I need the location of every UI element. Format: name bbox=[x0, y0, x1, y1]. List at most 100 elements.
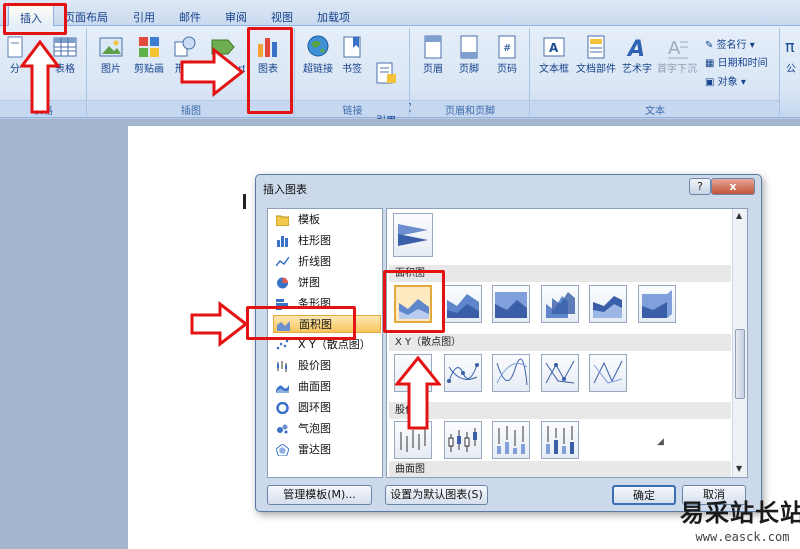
text-box-button[interactable]: A 文本框 bbox=[536, 34, 572, 76]
chart-thumb-scatter-smooth-markers[interactable] bbox=[444, 354, 482, 392]
page-number-button[interactable]: # 页码 bbox=[493, 34, 521, 76]
up-arrow-icon-2 bbox=[395, 356, 441, 430]
category-surface[interactable]: 曲面图 bbox=[273, 378, 381, 396]
tab-page-layout[interactable]: 页面布局 bbox=[64, 9, 108, 25]
chart-thumb-scatter-straight-markers[interactable] bbox=[541, 354, 579, 392]
stock-vohlc-icon bbox=[546, 426, 574, 454]
manage-templates-button[interactable]: 管理模板(M)... bbox=[267, 485, 372, 505]
template-chart-icon bbox=[398, 224, 428, 246]
page-number-icon: # bbox=[498, 35, 516, 59]
equation-button-label: 公 bbox=[786, 64, 796, 75]
quick-parts-icon bbox=[587, 35, 605, 59]
scroll-down-icon[interactable]: ▼ bbox=[736, 464, 742, 473]
scatter-straight-icon bbox=[593, 360, 623, 384]
clip-art-button[interactable]: 剪贴画 bbox=[129, 34, 169, 76]
cross-reference-icon bbox=[376, 62, 396, 84]
scroll-thumb[interactable] bbox=[735, 329, 745, 399]
tab-add-ins[interactable]: 加载项 bbox=[317, 9, 350, 25]
header-icon bbox=[424, 35, 442, 59]
category-doughnut[interactable]: 圆环图 bbox=[273, 399, 381, 417]
page-number-button-label: 页码 bbox=[497, 64, 517, 75]
wordart-icon: A bbox=[626, 37, 645, 60]
category-label: 气泡图 bbox=[298, 422, 331, 435]
folder-icon bbox=[276, 215, 289, 226]
tab-view[interactable]: 视图 bbox=[271, 9, 293, 25]
group-text-label: 文本 bbox=[531, 100, 779, 117]
stock-vhlc-icon bbox=[497, 426, 525, 454]
object-label: 对象 bbox=[717, 77, 738, 88]
group-links: 超链接 书签 交叉 引用 链接 bbox=[296, 28, 418, 127]
header-button[interactable]: 页眉 bbox=[419, 34, 447, 76]
tab-mailings[interactable]: 邮件 bbox=[179, 9, 201, 25]
gallery-scrollbar[interactable]: ▲ ▼ bbox=[732, 209, 747, 477]
hyperlink-button-label: 超链接 bbox=[303, 64, 333, 75]
category-radar[interactable]: 雷达图 bbox=[273, 441, 381, 459]
tab-review[interactable]: 审阅 bbox=[225, 9, 247, 25]
category-bubble[interactable]: 气泡图 bbox=[273, 420, 381, 438]
scatter-chart-icon bbox=[276, 339, 289, 350]
quick-parts-button[interactable]: 文档部件 bbox=[574, 34, 618, 76]
text-cursor bbox=[243, 194, 246, 209]
clip-art-button-label: 剪贴画 bbox=[134, 64, 164, 75]
chart-thumb-stock-vohlc[interactable] bbox=[541, 421, 579, 459]
drop-cap-button[interactable]: A 首字下沉 bbox=[655, 34, 699, 76]
chart-thumb-stock-ohlc[interactable] bbox=[444, 421, 482, 459]
tab-references[interactable]: 引用 bbox=[133, 9, 155, 25]
equation-icon: π bbox=[785, 37, 795, 56]
chart-category-list: 模板 柱形图 折线图 饼图 条形图 面积图 X Y（散点图） 股价图 曲面图 圆… bbox=[267, 208, 383, 478]
category-column[interactable]: 柱形图 bbox=[273, 232, 381, 250]
close-button[interactable]: x bbox=[711, 178, 755, 195]
chart-thumb-scatter-straight[interactable] bbox=[589, 354, 627, 392]
category-pie[interactable]: 饼图 bbox=[273, 274, 381, 292]
set-default-chart-button[interactable]: 设置为默认图表(S) bbox=[385, 485, 488, 505]
percent-area-chart-icon bbox=[495, 292, 527, 318]
bookmark-button[interactable]: 书签 bbox=[339, 34, 365, 76]
help-button[interactable]: ? bbox=[689, 178, 711, 195]
chart-thumb-stacked-area[interactable] bbox=[444, 285, 482, 323]
chart-thumb-stock-vhlc[interactable] bbox=[492, 421, 530, 459]
svg-text:#: # bbox=[503, 43, 511, 54]
wordart-button[interactable]: A 艺术字 bbox=[619, 34, 655, 76]
category-line[interactable]: 折线图 bbox=[273, 253, 381, 271]
footer-button[interactable]: 页脚 bbox=[455, 34, 483, 76]
footer-icon bbox=[460, 35, 478, 59]
picture-button[interactable]: 图片 bbox=[97, 34, 125, 76]
dialog-title: 插入图表 bbox=[263, 183, 307, 196]
svg-text:A: A bbox=[668, 38, 681, 59]
right-arrow-icon-2 bbox=[190, 301, 248, 347]
highlight-area-thumb bbox=[383, 270, 445, 333]
section-surface: 曲面图 bbox=[389, 461, 731, 477]
chart-thumb-scatter-smooth[interactable] bbox=[492, 354, 530, 392]
equation-button[interactable]: π 公 bbox=[783, 34, 799, 76]
stock-ohlc-icon bbox=[448, 428, 477, 452]
scatter-straight-markers-icon bbox=[545, 360, 575, 384]
chart-thumb-3d-area[interactable] bbox=[541, 285, 579, 323]
hyperlink-button[interactable]: 超链接 bbox=[300, 34, 336, 76]
quick-parts-button-label: 文档部件 bbox=[576, 64, 616, 75]
watermark: 易采站长站 www.easck.com bbox=[680, 493, 800, 544]
scatter-smooth-icon bbox=[496, 358, 528, 386]
scroll-up-icon[interactable]: ▲ bbox=[736, 211, 742, 220]
group-extra: π 公 bbox=[781, 28, 800, 116]
highlight-insert-tab bbox=[3, 3, 67, 35]
bookmark-icon bbox=[343, 36, 361, 58]
category-label: 柱形图 bbox=[298, 234, 331, 247]
chart-thumb-template[interactable] bbox=[393, 213, 433, 257]
chart-thumb-3d-100-area[interactable] bbox=[638, 285, 676, 323]
text-box-button-label: 文本框 bbox=[539, 64, 569, 75]
up-arrow-icon bbox=[20, 40, 60, 114]
ok-button[interactable]: 确定 bbox=[612, 485, 676, 505]
date-time-button[interactable]: ▦ 日期和时间 bbox=[705, 54, 768, 69]
category-templates[interactable]: 模板 bbox=[273, 211, 381, 229]
signature-line-button[interactable]: ✎ 签名行 ▾ bbox=[705, 36, 755, 51]
category-label: 圆环图 bbox=[298, 401, 331, 414]
category-stock[interactable]: 股价图 bbox=[273, 357, 381, 375]
object-button[interactable]: ▣ 对象 ▾ bbox=[705, 73, 746, 88]
category-label: 股价图 bbox=[298, 359, 331, 372]
stacked-area-chart-icon bbox=[447, 294, 479, 318]
date-time-label: 日期和时间 bbox=[717, 58, 768, 69]
chart-thumb-3d-stacked-area[interactable] bbox=[589, 285, 627, 323]
footer-button-label: 页脚 bbox=[459, 64, 479, 75]
chart-thumb-100-area[interactable] bbox=[492, 285, 530, 323]
pages-button-label: 分 bbox=[10, 64, 20, 75]
